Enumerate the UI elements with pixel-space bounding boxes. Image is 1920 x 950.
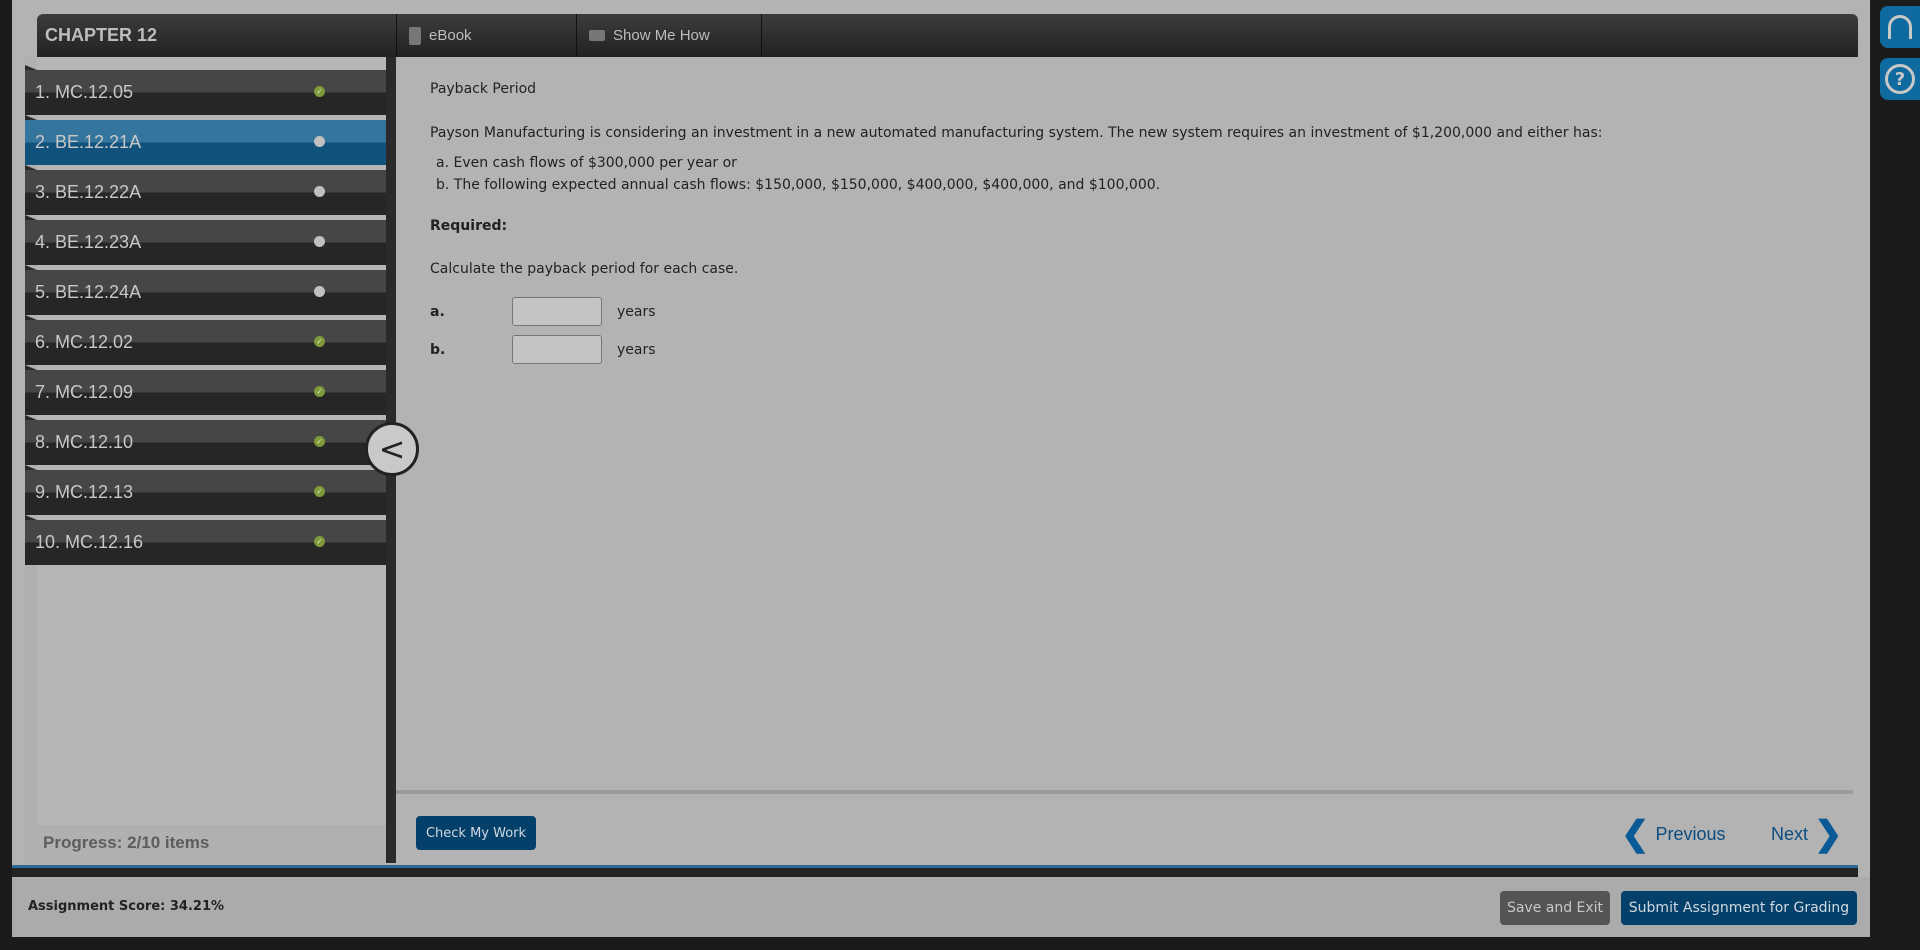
sidebar-item[interactable]: 8. MC.12.10 ✓ — [25, 415, 386, 465]
answer-a-input[interactable] — [512, 297, 602, 326]
sidebar-item[interactable]: 9. MC.12.13 ✓ — [25, 465, 386, 515]
required-heading: Required: — [430, 218, 508, 234]
sidebar-item[interactable]: 4. BE.12.23A — [25, 215, 386, 265]
check-icon: ✓ — [314, 336, 325, 347]
header-bar: CHAPTER 12 eBook Show Me How — [37, 14, 1858, 57]
tab-show-me-how[interactable]: Show Me How — [576, 14, 762, 57]
answer-row-a: a. years — [430, 297, 830, 329]
support-button[interactable] — [1880, 6, 1920, 48]
tab-ebook[interactable]: eBook — [396, 14, 576, 57]
status-dot-icon — [314, 236, 325, 247]
check-icon: ✓ — [314, 536, 325, 547]
answer-row-b: b. years — [430, 335, 830, 367]
sidebar-item[interactable]: 1. MC.12.05 ✓ — [25, 65, 386, 115]
check-icon: ✓ — [314, 86, 325, 97]
chapter-title: CHAPTER 12 — [45, 25, 158, 45]
assignment-score: Assignment Score: 34.21% — [28, 899, 225, 914]
sidebar-item[interactable]: 10. MC.12.16 ✓ — [25, 515, 386, 565]
sidebar-item[interactable]: 3. BE.12.22A — [25, 165, 386, 215]
assignment-bar: Assignment Score: 34.21% Save and Exit S… — [12, 877, 1870, 937]
headset-icon — [1888, 15, 1912, 39]
sidebar-item[interactable]: 2. BE.12.21A — [25, 115, 386, 165]
question-panel: Payback Period Payson Manufacturing is c… — [396, 57, 1853, 790]
next-button[interactable]: Next ❯ — [1771, 814, 1843, 854]
help-button[interactable]: ? — [1880, 58, 1920, 100]
help-icon: ? — [1885, 64, 1915, 94]
check-icon: ✓ — [314, 386, 325, 397]
sidebar: 1. MC.12.05 ✓ 2. BE.12.21A 3. BE.12.22A 4. B… — [25, 57, 386, 863]
book-icon — [409, 26, 421, 45]
save-and-exit-button[interactable]: Save and Exit — [1500, 891, 1610, 925]
check-icon: ✓ — [314, 436, 325, 447]
status-dot-icon — [314, 286, 325, 297]
chevron-left-icon: ❮ — [1621, 815, 1650, 853]
collapse-sidebar-button[interactable]: < — [365, 422, 419, 476]
option-a: a. Even cash flows of $300,000 per year … — [436, 155, 737, 171]
chevron-right-icon: ❯ — [1814, 815, 1843, 853]
option-b: b. The following expected annual cash fl… — [436, 177, 1161, 193]
status-dot-icon — [314, 186, 325, 197]
sidebar-item[interactable]: 5. BE.12.24A — [25, 265, 386, 315]
previous-button[interactable]: ❮ Previous — [1621, 814, 1726, 854]
question-intro: Payson Manufacturing is considering an i… — [430, 125, 1603, 141]
sidebar-item[interactable]: 6. MC.12.02 ✓ — [25, 315, 386, 365]
check-icon: ✓ — [314, 486, 325, 497]
check-my-work-button[interactable]: Check My Work — [416, 816, 536, 850]
progress-text: Progress: 2/10 items — [43, 833, 210, 852]
question-footer: Check My Work ❮ Previous Next ❯ — [396, 790, 1853, 863]
sidebar-item[interactable]: 7. MC.12.09 ✓ — [25, 365, 386, 415]
instruction: Calculate the payback period for each ca… — [430, 261, 739, 277]
answer-b-input[interactable] — [512, 335, 602, 364]
video-icon — [589, 30, 605, 41]
chevron-left-icon: < — [378, 430, 406, 468]
question-title: Payback Period — [430, 81, 537, 97]
status-dot-icon — [314, 136, 325, 147]
submit-assignment-button[interactable]: Submit Assignment for Grading — [1621, 891, 1857, 925]
